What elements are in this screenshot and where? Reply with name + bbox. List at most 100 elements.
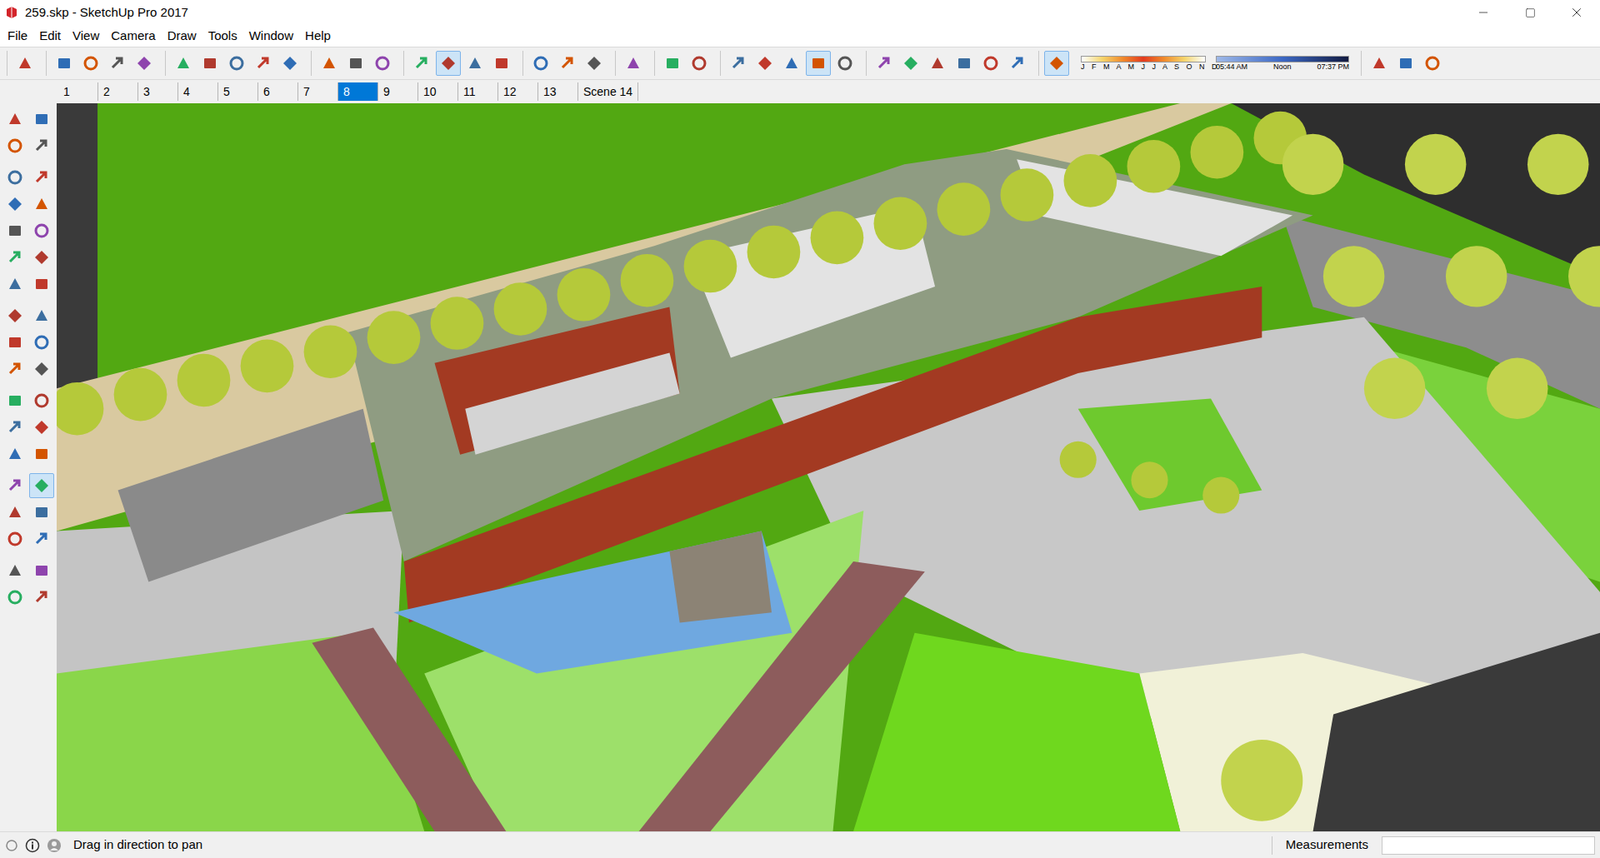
scene-tab[interactable]: Scene 14 [578, 82, 639, 101]
measurements-field[interactable] [1381, 836, 1595, 855]
menu-item[interactable]: Window [243, 27, 300, 45]
user-icon[interactable] [46, 838, 62, 854]
scene-tab[interactable]: 3 [138, 82, 179, 101]
tool-button[interactable] [2, 473, 28, 499]
tool-button[interactable] [29, 330, 55, 355]
tool-button[interactable] [29, 558, 55, 584]
tool-button[interactable] [29, 441, 55, 467]
toolbar-button[interactable] [925, 50, 950, 76]
menu-item[interactable]: Help [299, 27, 337, 45]
toolbar-button[interactable] [131, 50, 157, 76]
tool-button[interactable] [29, 500, 55, 525]
tool-button[interactable] [2, 191, 28, 217]
info-icon[interactable] [25, 838, 40, 854]
toolbar-button[interactable] [197, 50, 223, 76]
toolbar-button[interactable] [51, 50, 77, 76]
tool-button[interactable] [29, 106, 55, 132]
tool-button[interactable] [2, 500, 28, 525]
toolbar-button[interactable] [1393, 50, 1419, 76]
toolbar-button[interactable] [871, 50, 897, 76]
geolocation-icon[interactable] [5, 839, 19, 853]
scene-tab[interactable]: 7 [298, 82, 339, 101]
tool-button[interactable] [2, 106, 28, 132]
menu-item[interactable]: File [1, 27, 34, 45]
tool-button[interactable] [29, 165, 55, 190]
tool-button[interactable] [2, 245, 28, 270]
toolbar-button[interactable] [832, 50, 858, 76]
tool-button[interactable] [2, 165, 28, 190]
menu-item[interactable]: Tools [202, 27, 244, 45]
toolbar-button[interactable] [1366, 50, 1392, 76]
toolbar-button[interactable] [1420, 50, 1445, 76]
menu-item[interactable]: View [66, 27, 105, 45]
toolbar-button[interactable] [620, 50, 646, 76]
tool-button[interactable] [29, 191, 55, 217]
toolbar-button[interactable] [409, 50, 435, 76]
toolbar-button[interactable] [660, 50, 685, 76]
toolbar-button[interactable] [435, 50, 461, 76]
time-slider[interactable]: 05:44 AMNoon07:37 PM [1215, 55, 1350, 72]
scene-tab[interactable]: 13 [538, 82, 579, 101]
toolbar-button[interactable] [779, 50, 805, 76]
toolbar-button[interactable] [555, 50, 580, 76]
minimize-button[interactable] [1460, 0, 1507, 25]
toolbar-button[interactable] [1005, 50, 1030, 76]
tool-button[interactable] [2, 415, 28, 440]
toolbar-button[interactable] [686, 50, 712, 76]
scene-tab[interactable]: 5 [218, 82, 259, 101]
toolbar-button[interactable] [725, 50, 751, 76]
toolbar-button[interactable] [343, 50, 369, 76]
tool-button[interactable] [29, 585, 55, 610]
toolbar-button[interactable] [105, 50, 130, 76]
menu-item[interactable]: Draw [161, 27, 203, 45]
tool-button[interactable] [2, 558, 28, 584]
tool-button[interactable] [2, 585, 28, 610]
toolbar-button[interactable] [951, 50, 977, 76]
tool-button[interactable] [29, 271, 55, 297]
tool-button[interactable] [2, 330, 28, 355]
tool-button[interactable] [29, 388, 55, 414]
scene-tab[interactable]: 12 [498, 82, 539, 101]
toolbar-button[interactable] [250, 50, 276, 76]
tool-button[interactable] [29, 415, 55, 440]
scene-tab[interactable]: 2 [98, 82, 139, 101]
scene-tab[interactable]: 8 [338, 82, 379, 101]
tool-button[interactable] [29, 133, 55, 159]
toolbar-button[interactable] [370, 50, 395, 76]
toolbar-button[interactable] [316, 50, 342, 76]
toolbar-button[interactable] [489, 50, 515, 76]
scene-tab[interactable]: 4 [178, 82, 219, 101]
toolbar-button[interactable] [528, 50, 554, 76]
viewport[interactable] [56, 103, 1600, 832]
tool-button[interactable] [2, 526, 28, 552]
maximize-button[interactable] [1506, 0, 1554, 25]
toolbar-button[interactable] [224, 50, 250, 76]
scene-tab[interactable]: 11 [458, 82, 499, 101]
toolbar-button[interactable] [78, 50, 104, 76]
scene-tab[interactable]: 1 [58, 82, 99, 101]
tool-button[interactable] [2, 271, 28, 297]
close-button[interactable] [1553, 0, 1600, 25]
toolbar-button[interactable] [462, 50, 488, 76]
date-slider[interactable]: J F M A M J J A S O N D [1080, 55, 1206, 72]
toolbar-button[interactable] [898, 50, 924, 76]
tool-button[interactable] [29, 356, 55, 382]
tool-button[interactable] [2, 441, 28, 467]
toolbar-button[interactable] [805, 50, 831, 76]
toolbar-button[interactable] [1044, 50, 1070, 76]
tool-button[interactable] [29, 526, 55, 552]
tool-button[interactable] [29, 218, 55, 244]
toolbar-button[interactable] [277, 50, 303, 76]
scene-tab[interactable]: 10 [418, 82, 459, 101]
toolbar-button[interactable] [978, 50, 1004, 76]
toolbar-button[interactable] [170, 50, 196, 76]
scene-tab[interactable]: 9 [378, 82, 419, 101]
tool-button[interactable] [2, 356, 28, 382]
toolbar-button[interactable] [752, 50, 778, 76]
menu-item[interactable]: Edit [33, 27, 67, 45]
tool-button[interactable] [29, 303, 55, 329]
toolbar-button[interactable] [581, 50, 607, 76]
scene-tab[interactable]: 6 [258, 82, 299, 101]
tool-button[interactable] [29, 245, 55, 270]
toolbar-button[interactable] [12, 50, 38, 76]
